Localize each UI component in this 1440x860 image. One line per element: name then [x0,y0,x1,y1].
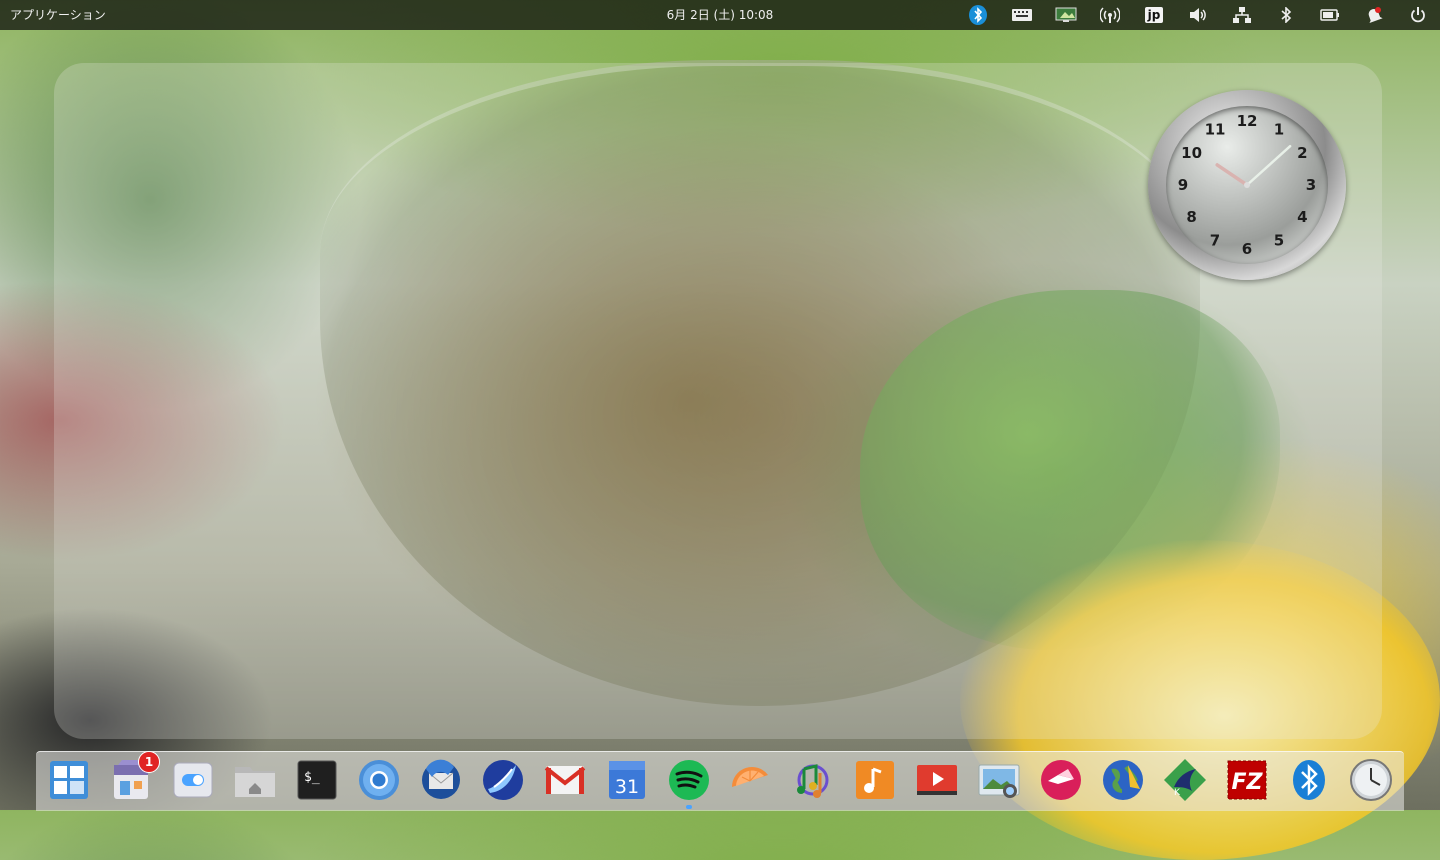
applications-menu[interactable]: アプリケーション [10,0,106,30]
analog-clock-widget[interactable]: 12 1 2 3 4 5 6 7 8 9 10 11 [1148,90,1346,280]
app-store-icon[interactable]: 1 [108,751,160,803]
clock-numeral: 4 [1297,208,1307,226]
input-method-label: jp [1144,7,1164,23]
system-settings-icon[interactable] [170,757,216,803]
power-icon[interactable] [1396,0,1440,30]
network-icon[interactable] [1220,0,1264,30]
photos-icon[interactable] [976,757,1022,803]
clock-numeral: 11 [1205,121,1226,139]
clock-numeral: 5 [1274,231,1284,249]
clock-numeral: 7 [1210,231,1220,249]
bird-app-icon[interactable] [1038,757,1084,803]
clock-center-pin [1244,182,1250,188]
globe-icon[interactable] [1100,757,1146,803]
music-player-icon[interactable] [790,757,836,803]
calendar-icon[interactable]: 31 [604,757,650,803]
input-method-jp-icon[interactable]: jp [1132,0,1176,30]
top-panel: アプリケーション 6月 2日 (土) 10:08 jp [0,0,1440,30]
web-browser-icon[interactable] [480,757,526,803]
spotify-icon[interactable] [666,757,712,803]
keyboard-icon[interactable] [1000,0,1044,30]
multitasking-view-icon[interactable] [46,757,92,803]
chromium-icon[interactable] [356,757,402,803]
bluetooth-icon[interactable] [1264,0,1308,30]
volume-icon[interactable] [1176,0,1220,30]
clock-app-icon[interactable] [1348,757,1394,803]
video-player-icon[interactable] [914,757,960,803]
filezilla-label: FZ [1232,770,1264,795]
minute-hand [1245,144,1292,187]
panel-datetime[interactable]: 6月 2日 (土) 10:08 [667,8,774,22]
calendar-day: 31 [615,776,639,798]
bluetooth-app-icon[interactable] [956,0,1000,30]
thunderbird-icon[interactable] [418,757,464,803]
clock-dial: 12 12 3 45 6 78 9 1011 [1178,112,1316,258]
active-app-indicator [686,805,692,809]
hour-hand [1215,163,1249,187]
wireless-icon[interactable] [1088,0,1132,30]
clock-numeral: 8 [1186,208,1196,226]
notification-icon[interactable] [1352,0,1396,30]
orange-slice-icon[interactable] [728,757,774,803]
krita-icon[interactable]: K [1162,757,1208,803]
clock-numeral: 6 [1242,240,1252,258]
terminal-icon[interactable]: $_ [294,757,340,803]
update-count-badge: 1 [138,751,160,773]
clock-numeral: 9 [1178,176,1188,194]
clock-numeral: 12 [1237,112,1258,130]
gmail-icon[interactable] [542,757,588,803]
display-icon[interactable] [1044,0,1088,30]
clock-numeral: 10 [1181,144,1202,162]
files-icon[interactable] [232,757,278,803]
clock-numeral: 2 [1297,144,1307,162]
filezilla-icon[interactable]: FZ [1224,757,1270,803]
bluetooth-dock-icon[interactable] [1286,757,1332,803]
indicator-area: jp [956,0,1440,30]
clock-numeral: 1 [1274,121,1284,139]
battery-icon[interactable] [1308,0,1352,30]
clock-numeral: 3 [1306,176,1316,194]
music-icon[interactable] [852,757,898,803]
terminal-prompt: $_ [304,770,320,785]
